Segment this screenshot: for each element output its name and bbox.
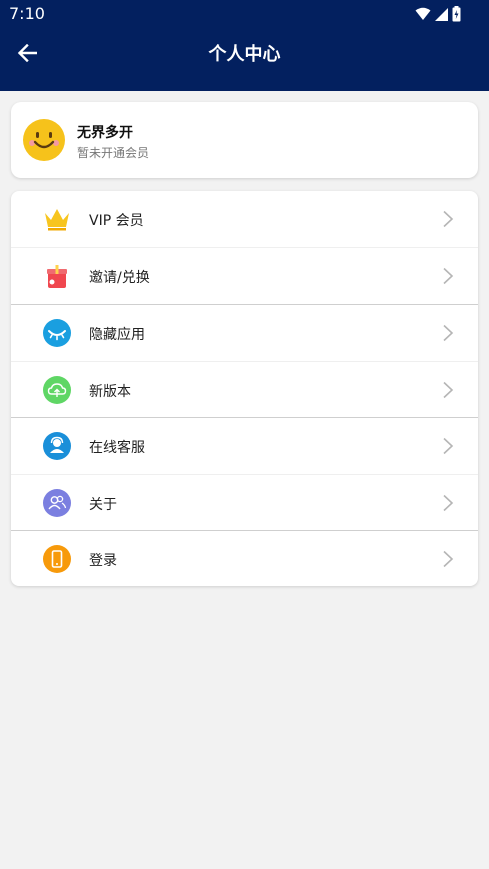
menu-list: VIP 会员 邀请/兑换 隐藏应用 新版本 在线客服 关于 登录: [11, 191, 478, 586]
phone-icon: [43, 545, 71, 573]
menu-item-label: 新版本: [89, 384, 131, 400]
menu-item-label: 登录: [89, 553, 117, 569]
status-time: 7:10: [9, 4, 45, 23]
menu-item-label: VIP 会员: [89, 213, 144, 229]
closed-eye-icon: [43, 319, 71, 347]
chevron-right-icon: [443, 437, 454, 455]
wifi-icon: [415, 7, 431, 20]
profile-card[interactable]: 无界多开 暂未开通会员: [11, 102, 478, 178]
toolbar: 个人中心: [0, 28, 489, 78]
chevron-right-icon: [443, 494, 454, 512]
menu-item-invite[interactable]: 邀请/兑换: [11, 248, 478, 304]
header-bar: 7:10 个人中心: [0, 0, 489, 91]
chevron-right-icon: [443, 550, 454, 568]
menu-item-vip[interactable]: VIP 会员: [11, 191, 478, 247]
menu-item-about[interactable]: 关于: [11, 475, 478, 531]
membership-status: 暂未开通会员: [77, 146, 150, 160]
people-icon: [43, 489, 71, 517]
gift-icon: [47, 265, 67, 288]
status-bar: 7:10: [0, 0, 489, 28]
menu-item-label: 隐藏应用: [89, 327, 145, 343]
chevron-right-icon: [443, 267, 454, 285]
menu-item-new-version[interactable]: 新版本: [11, 362, 478, 418]
chevron-right-icon: [443, 381, 454, 399]
menu-item-hide-apps[interactable]: 隐藏应用: [11, 305, 478, 361]
smiley-avatar-icon: [23, 119, 65, 161]
status-icons: [415, 6, 461, 22]
menu-item-label: 邀请/兑换: [89, 270, 150, 286]
profile-name: 无界多开: [77, 125, 133, 141]
customer-service-icon: [43, 432, 71, 460]
page-title: 个人中心: [208, 44, 281, 65]
menu-item-label: 在线客服: [89, 440, 145, 456]
menu-item-customer-service[interactable]: 在线客服: [11, 418, 478, 474]
chevron-right-icon: [443, 210, 454, 228]
chevron-right-icon: [443, 324, 454, 342]
signal-icon: [435, 7, 448, 21]
cloud-upload-icon: [43, 376, 71, 404]
battery-icon: [452, 6, 461, 22]
crown-icon: [45, 209, 69, 231]
menu-item-label: 关于: [89, 497, 117, 513]
menu-item-login[interactable]: 登录: [11, 531, 478, 586]
